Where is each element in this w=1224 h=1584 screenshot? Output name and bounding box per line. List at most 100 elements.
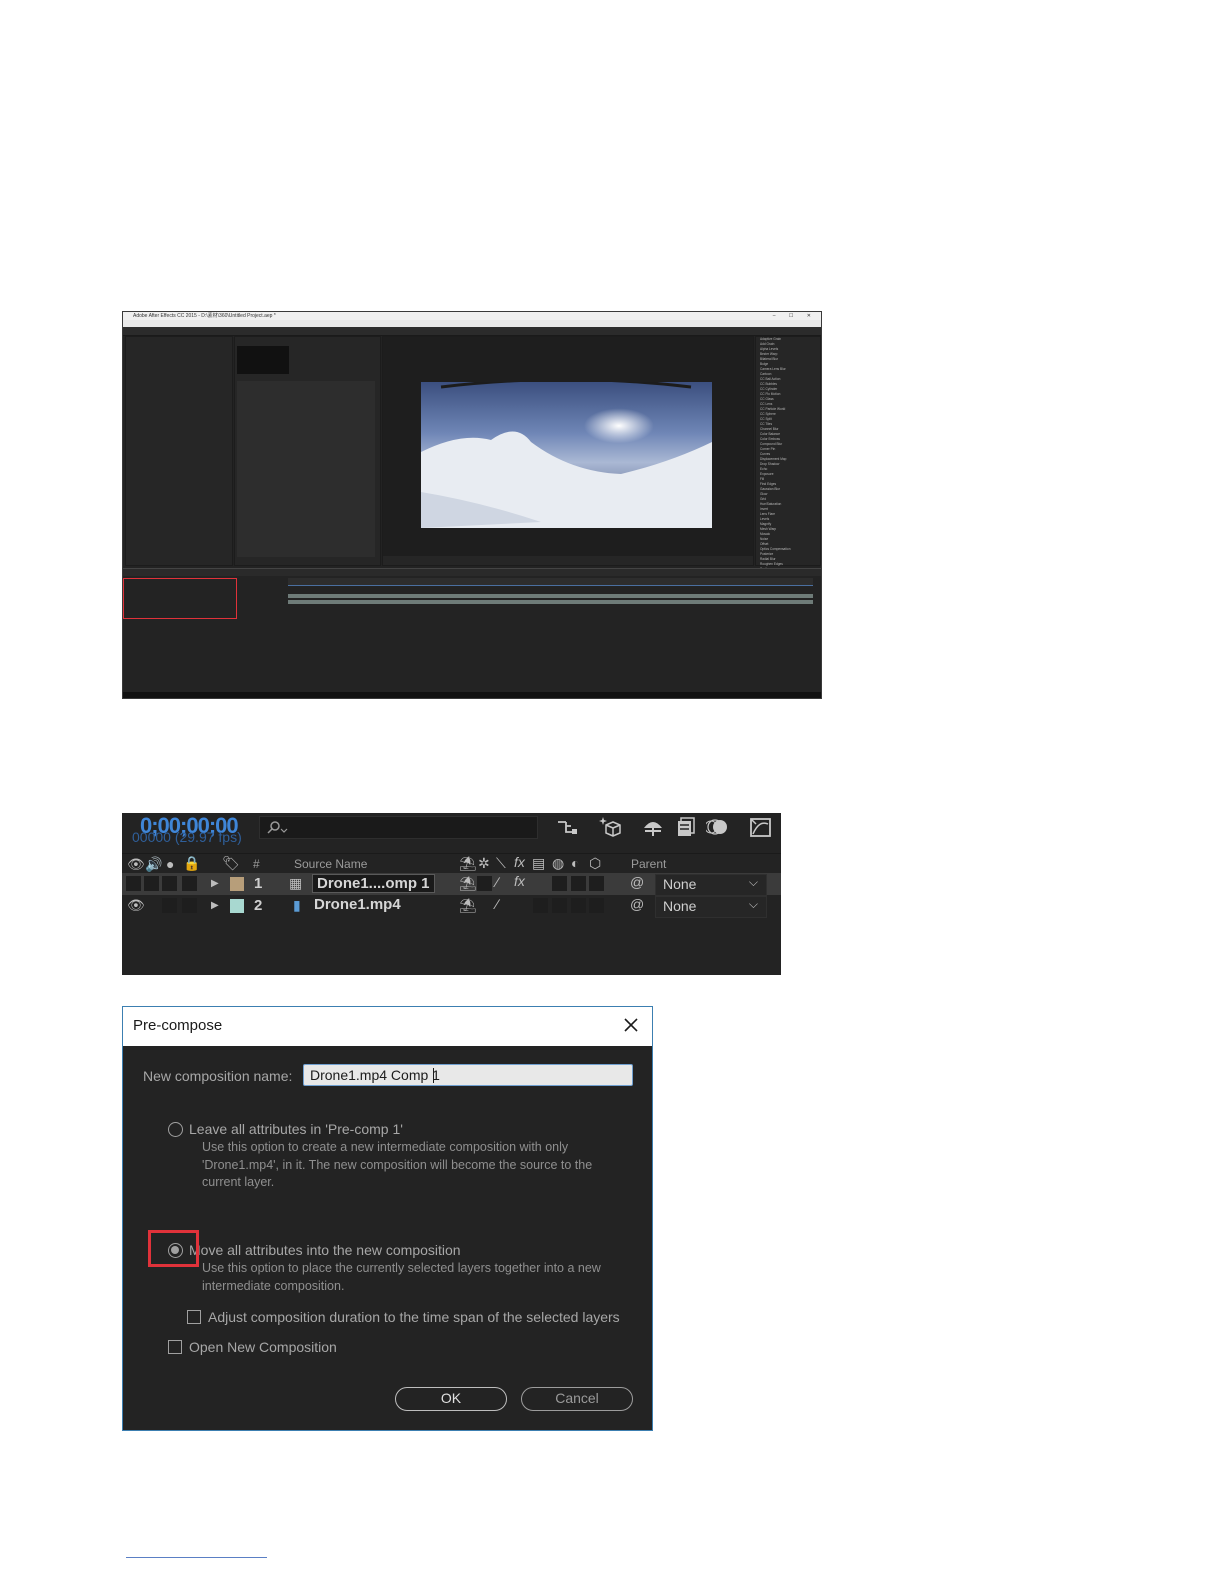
solo-dot-icon[interactable]: ● bbox=[166, 856, 174, 872]
effect-controls-panel bbox=[234, 336, 381, 566]
motion-blur-icon[interactable] bbox=[706, 816, 730, 838]
video-toggle[interactable] bbox=[126, 876, 141, 891]
window-titlebar: Adobe After Effects CC 2015 - D:\素材\360\… bbox=[123, 312, 821, 320]
pick-whip-icon[interactable]: @ bbox=[630, 874, 644, 890]
layer-row-1[interactable]: ▶ 1 ▦ Drone1....omp 1 ⛱ ∕ fx @ None ⌵ bbox=[122, 873, 781, 896]
timeline-tabs[interactable] bbox=[123, 569, 821, 576]
composition-flowchart-icon[interactable] bbox=[556, 816, 580, 838]
precompose-dialog: Pre-compose New composition name: Drone1… bbox=[122, 1006, 653, 1431]
parent-dropdown[interactable]: None ⌵ bbox=[655, 874, 767, 896]
composition-name-label: New composition name: bbox=[143, 1068, 293, 1084]
graph-editor-icon[interactable] bbox=[749, 816, 773, 838]
audio-toggle[interactable] bbox=[144, 876, 159, 891]
move-attributes-description: Use this option to place the currently s… bbox=[202, 1261, 601, 1293]
shy-switch[interactable]: ⛱ bbox=[459, 875, 477, 892]
label-color-swatch[interactable] bbox=[230, 899, 244, 913]
quality-switch[interactable]: ∕ bbox=[496, 874, 498, 890]
parent-dropdown[interactable]: None ⌵ bbox=[655, 896, 767, 918]
leave-attributes-radio[interactable] bbox=[168, 1122, 183, 1137]
red-highlight-box bbox=[148, 1230, 199, 1267]
layer-number: 1 bbox=[254, 875, 263, 892]
lock-icon[interactable]: 🔒 bbox=[183, 855, 200, 872]
video-eye-icon[interactable]: 👁 bbox=[127, 856, 145, 873]
3d-layer-switch-icon: ⬡ bbox=[589, 855, 602, 871]
draft-3d-icon[interactable] bbox=[598, 816, 622, 838]
open-new-composition-checkbox[interactable] bbox=[168, 1340, 182, 1354]
adjust-duration-label[interactable]: Adjust composition duration to the time … bbox=[208, 1309, 620, 1325]
effect-switch-icon: fx bbox=[514, 854, 525, 870]
source-name-header[interactable]: Source Name bbox=[294, 857, 367, 871]
viewer-controls[interactable] bbox=[383, 556, 753, 565]
motion-blur-switch[interactable] bbox=[571, 876, 586, 891]
project-panel bbox=[125, 336, 233, 566]
collapse-switch[interactable] bbox=[477, 876, 492, 891]
parent-header: Parent bbox=[631, 857, 667, 871]
collapse-switch-icon: ✲ bbox=[478, 855, 490, 871]
frame-blend-switch[interactable] bbox=[552, 876, 567, 891]
shy-layers-icon[interactable] bbox=[641, 816, 665, 838]
shy-switch[interactable]: ⛱ bbox=[459, 897, 477, 914]
label-color-swatch[interactable] bbox=[230, 877, 244, 891]
chevron-down-icon: ⌵ bbox=[748, 897, 758, 911]
frame-rate-info: 00000 (29.97 fps) bbox=[132, 829, 242, 845]
adjustment-switch[interactable] bbox=[571, 898, 586, 913]
timeline-layers-screenshot: 0;00;00;00 00000 (29.97 fps) 👁 🔊 ● 🔒 🏷 #… bbox=[122, 813, 781, 975]
windows-taskbar bbox=[123, 692, 821, 698]
pick-whip-icon[interactable]: @ bbox=[630, 896, 644, 912]
solo-toggle[interactable] bbox=[162, 898, 177, 913]
motion-blur-switch[interactable] bbox=[552, 898, 567, 913]
text-cursor bbox=[433, 1068, 434, 1083]
lock-toggle[interactable] bbox=[182, 898, 197, 913]
layer-2-track[interactable] bbox=[288, 600, 813, 604]
3d-switch[interactable] bbox=[589, 876, 604, 891]
cancel-button[interactable]: Cancel bbox=[521, 1387, 633, 1411]
parent-value: None bbox=[663, 876, 697, 892]
composition-icon: ▦ bbox=[289, 875, 303, 891]
composition-name-input[interactable]: Drone1.mp4 Comp 1 bbox=[303, 1064, 633, 1086]
3d-switch[interactable] bbox=[589, 898, 604, 913]
frame-blending-icon[interactable] bbox=[674, 816, 698, 838]
effects-and-presets-panel: Adaptive Grain Add Grain Alpha Levels Bezie… bbox=[755, 336, 821, 621]
composition-name-value: Drone1.mp4 Comp 1 bbox=[310, 1067, 440, 1083]
dialog-titlebar: Pre-compose bbox=[123, 1007, 652, 1046]
effect-switch[interactable]: fx bbox=[514, 873, 525, 889]
video-eye-icon[interactable]: 👁 bbox=[127, 897, 145, 914]
window-controls[interactable]: – ☐ ✕ bbox=[773, 312, 817, 320]
layer-name[interactable]: Drone1....omp 1 bbox=[312, 874, 435, 893]
search-icon bbox=[267, 821, 288, 834]
red-highlight-box bbox=[123, 578, 237, 619]
solo-toggle[interactable] bbox=[162, 876, 177, 891]
tools-toolbar[interactable] bbox=[123, 327, 821, 336]
layer-search-input[interactable] bbox=[259, 816, 538, 839]
expand-triangle-icon[interactable]: ▶ bbox=[211, 900, 219, 911]
open-new-composition-label[interactable]: Open New Composition bbox=[189, 1339, 337, 1355]
after-effects-window-screenshot: Adobe After Effects CC 2015 - D:\素材\360\… bbox=[122, 311, 822, 699]
layer-name[interactable]: Drone1.mp4 bbox=[314, 896, 401, 913]
dialog-title: Pre-compose bbox=[133, 1017, 223, 1034]
chevron-down-icon: ⌵ bbox=[748, 875, 758, 889]
expand-triangle-icon[interactable]: ▶ bbox=[211, 878, 219, 889]
lock-toggle[interactable] bbox=[182, 876, 197, 891]
time-ruler[interactable] bbox=[288, 578, 813, 586]
motion-blur-switch-icon: ◍ bbox=[552, 855, 565, 871]
shy-switch-icon: ⛱ bbox=[459, 855, 477, 871]
leave-attributes-label[interactable]: Leave all attributes in 'Pre-comp 1' bbox=[189, 1121, 403, 1137]
ok-button[interactable]: OK bbox=[395, 1387, 507, 1411]
quality-switch[interactable]: ∕ bbox=[496, 896, 498, 912]
close-icon[interactable] bbox=[620, 1014, 642, 1036]
footer-link-underline[interactable] bbox=[126, 1557, 267, 1558]
frame-blend-switch-icon: ▤ bbox=[532, 855, 546, 871]
move-attributes-label[interactable]: Move all attributes into the new composi… bbox=[189, 1242, 461, 1258]
footage-file-icon: ▮ bbox=[293, 897, 301, 913]
label-tag-icon[interactable]: 🏷 bbox=[222, 855, 240, 872]
adjustment-layer-switch-icon: ◐ bbox=[571, 855, 580, 871]
layer-1-track[interactable] bbox=[288, 594, 813, 598]
frame-blend-switch[interactable] bbox=[533, 898, 548, 913]
adjust-duration-checkbox[interactable] bbox=[187, 1310, 201, 1324]
quality-switch-icon: ⟍ bbox=[496, 855, 506, 871]
layer-row-2[interactable]: 👁 ▶ 2 ▮ Drone1.mp4 ⛱ ∕ @ None ⌵ bbox=[122, 895, 781, 918]
audio-speaker-icon[interactable]: 🔊 bbox=[145, 856, 162, 873]
effect-controls-area bbox=[237, 381, 375, 557]
layer-number-header: # bbox=[253, 857, 260, 871]
composition-viewer-image bbox=[421, 382, 712, 528]
